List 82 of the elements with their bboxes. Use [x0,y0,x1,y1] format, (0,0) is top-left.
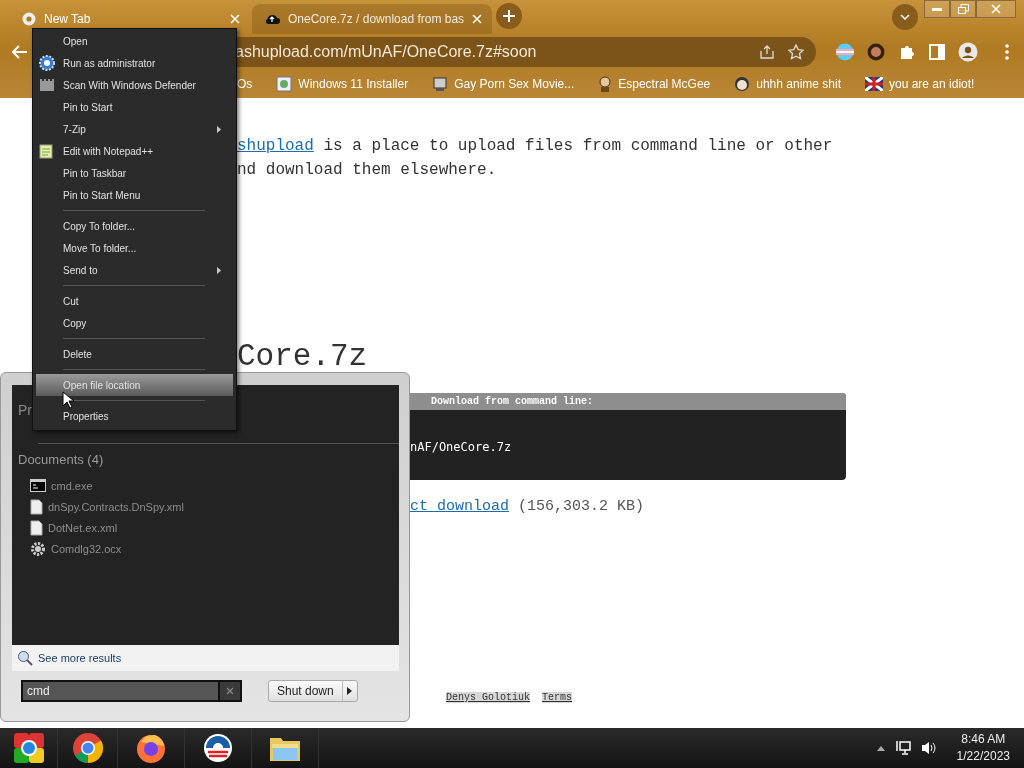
new-tab-button[interactable] [496,3,522,29]
menu-item[interactable]: Delete [36,343,233,365]
close-button[interactable] [976,0,1016,18]
menu-item[interactable]: Open file location [36,374,233,396]
site-link[interactable]: shupload [237,137,314,155]
avatar-icon [598,76,613,92]
tab-title: OneCore.7z / download from bas [288,12,464,26]
search-field[interactable]: cmd [21,680,218,702]
section-header: Pr [18,402,32,418]
chrome-icon [22,12,36,26]
minimize-button[interactable] [924,0,950,18]
footer-link[interactable]: Terms [542,692,573,703]
menu-icon [1005,44,1009,60]
gear-icon [39,55,55,71]
close-icon [472,14,482,24]
close-icon [226,687,234,695]
file-size: (156,303.2 KB) [517,497,645,517]
cursor-icon [62,391,74,409]
search-icon [17,650,33,666]
firefox-icon [135,732,167,764]
result-item[interactable]: cmd.exe [18,475,399,496]
avatar-icon [867,43,885,61]
tab-title: New Tab [44,12,92,26]
menu-item[interactable]: Send to [36,259,233,281]
logo-icon [203,733,233,763]
clock-date: 1/22/2023 [956,748,1010,765]
gear-icon [30,540,46,557]
result-item[interactable]: DotNet.ex.xml [18,517,399,538]
menu-item[interactable]: Cut [36,290,233,312]
menu-item[interactable]: Pin to Start [36,96,233,118]
download-link[interactable]: ct download [410,497,510,517]
chevron-down-icon [900,14,910,20]
close-icon [230,14,240,24]
file-heading: Core.7z [237,339,369,375]
intro-paragraph: shupload is a place to upload files from command line or other nd download them elsewhere. [237,136,834,181]
chrome-icon [71,732,104,764]
menu-item[interactable]: Move To folder... [36,237,233,259]
clock-time: 8:46 AM [961,731,1006,748]
volume-icon [920,741,937,755]
menu-item[interactable]: Copy To folder... [36,215,233,237]
menu-item[interactable]: 7-Zip [36,118,233,140]
document-icon [30,519,43,536]
close-icon [991,4,1001,14]
command-box-title: Download from command line: [410,393,846,410]
menu-item[interactable]: Pin to Start Menu [36,184,233,206]
cloud-icon [264,13,280,25]
plus-icon [503,10,515,22]
sidebar-icon [929,44,945,60]
menu-item[interactable]: Scan With Windows Defender [36,74,233,96]
menu-item[interactable]: Pin to Taskbar [36,162,233,184]
command-text: nAF/OneCore.7z [410,440,513,454]
star-icon [788,44,804,60]
network-icon [894,740,911,756]
restore-icon [957,4,969,14]
profile-icon [958,42,978,62]
result-item[interactable]: dnSpy.Contracts.DnSpy.xml [18,496,399,517]
castle-icon [39,77,55,91]
puzzle-icon [898,43,916,61]
minimize-icon [932,7,942,11]
avatar-icon [734,76,751,92]
image-icon [276,76,293,92]
caret-right-icon [347,687,353,695]
flag-icon [836,43,854,61]
flag-icon [865,77,883,91]
section-header: Documents (4) [18,452,105,467]
tab-search-button[interactable] [892,4,918,30]
menu-item[interactable]: Properties [36,405,233,427]
result-item[interactable]: Comdlg32.ocx [18,538,399,559]
restore-button[interactable] [950,0,976,18]
share-icon [760,45,776,59]
footer-link[interactable]: Denys Golotiuk [446,692,530,703]
document-icon [30,498,43,515]
back-arrow-icon [12,45,28,59]
see-more-link[interactable]: See more results [12,645,399,671]
notepad-icon [39,143,53,159]
browser-tab[interactable]: OneCore.7z / download from bas [252,4,492,34]
caret-up-icon [876,745,885,751]
menu-item[interactable]: Copy [36,312,233,334]
menu-item[interactable]: Edit with Notepad++ [36,140,233,162]
terminal-icon [30,479,46,492]
start-icon [12,732,45,764]
clear-button[interactable] [218,680,242,702]
